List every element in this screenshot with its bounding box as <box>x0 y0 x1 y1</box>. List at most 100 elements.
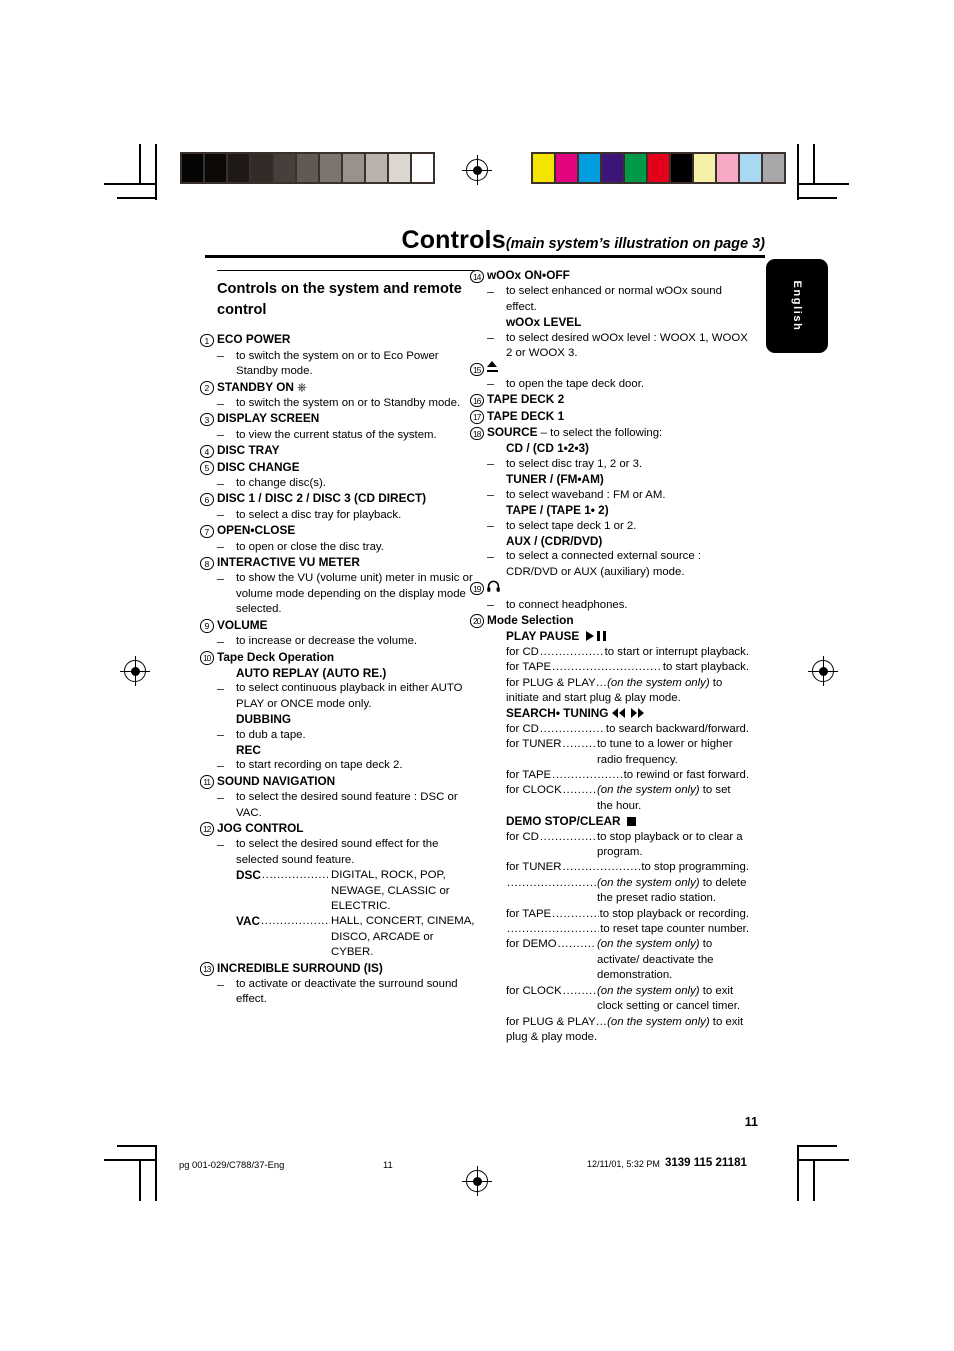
control-description: to select a connected external source : … <box>487 549 749 580</box>
mode-row: for TAPE ...............................… <box>487 768 749 783</box>
language-tab-label: English <box>791 280 803 332</box>
section-heading: Controls on the system and remote contro… <box>217 281 462 319</box>
play-icon <box>585 630 594 641</box>
item-number: 13 <box>200 962 214 976</box>
item-number: 2 <box>200 381 214 395</box>
headphones-icon <box>487 580 500 597</box>
control-label: INCREDIBLE SURROUND (IS) <box>217 960 383 975</box>
control-description: to show the VU (volume unit) meter in mu… <box>217 571 479 617</box>
control-label: Mode Selection <box>487 612 574 627</box>
sub-control-label-cd: CD / (CD 1•2•3) <box>506 441 589 456</box>
control-label: SOUND NAVIGATION <box>217 773 336 788</box>
dot-leader: ................................... <box>261 915 330 928</box>
control-entry-eject: 15 <box>470 361 749 377</box>
bullet-dash-icon <box>217 356 224 358</box>
control-description: to select enhanced or normal wOOx sound … <box>487 284 749 315</box>
bullet-dash-icon <box>487 495 494 497</box>
control-entry-tape-deck-1: 17 TAPE DECK 1 <box>470 408 749 425</box>
power-standby-icon: ⎈ <box>297 379 308 394</box>
sub-control-label-dubbing: DUBBING <box>236 712 292 727</box>
page-title-main: Controls <box>401 226 506 254</box>
bullet-dash-icon <box>487 526 494 527</box>
dot-leader: ........................................… <box>552 907 598 920</box>
item-number: 6 <box>200 492 214 507</box>
control-entry-tape-deck-2: 16 TAPE DECK 2 <box>470 392 749 408</box>
sub-control-label-rec: REC <box>236 742 261 757</box>
bullet-dash-icon <box>487 464 494 466</box>
title-divider <box>205 255 765 258</box>
control-description: to open the tape deck door. <box>487 377 749 392</box>
control-entry-volume: 9 VOLUME <box>200 618 479 634</box>
sub-control-label-tape: TAPE / (TAPE 1• 2) <box>506 503 609 518</box>
mode-row: ........................................… <box>487 922 749 937</box>
manual-page: Controls(main system’s illustration on p… <box>0 0 954 1351</box>
sub-control-label-aux: AUX / (CDR/DVD) <box>506 533 603 548</box>
control-label: OPEN•CLOSE <box>217 523 296 538</box>
bullet-dash-icon <box>217 403 224 405</box>
preset-key: VAC <box>236 914 261 929</box>
dot-leader: ........................................… <box>539 645 604 658</box>
bullet-dash-icon <box>487 556 494 558</box>
item-number: 5 <box>200 461 214 475</box>
bullet-dash-icon <box>487 338 494 340</box>
sub-control-label-woox-level: wOOx LEVEL <box>506 315 582 330</box>
page-title: Controls(main system’s illustration on p… <box>205 226 765 255</box>
dot-leader: ........................................… <box>539 722 605 735</box>
control-description: to connect headphones. <box>487 598 749 613</box>
control-entry-disc-change: 5 DISC CHANGE <box>200 460 479 476</box>
control-label: DISPLAY SCREEN <box>217 411 320 426</box>
bullet-dash-icon <box>487 605 494 607</box>
page-number: 11 <box>744 1115 758 1129</box>
rewind-icon <box>611 707 625 718</box>
control-entry-mode-selection: 20 Mode Selection <box>470 612 749 629</box>
item-number: 14 <box>470 269 484 283</box>
control-description: to increase or decrease the volume. <box>217 634 479 649</box>
control-description: to dub a tape. <box>217 728 479 743</box>
mode-row: for CLOCK ..............................… <box>487 783 749 814</box>
control-label: JOG CONTROL <box>217 820 304 835</box>
item-number: 20 <box>470 614 484 628</box>
control-description: to change disc(s). <box>217 476 479 491</box>
stop-icon <box>627 816 637 826</box>
footer-file-reference: pg 001-029/C788/37-Eng <box>179 1159 285 1170</box>
item-number: 1 <box>200 333 214 348</box>
dot-leader: ................................... <box>261 869 330 882</box>
dot-leader: ........................................… <box>562 861 641 874</box>
control-entry-jog-control: 12 JOG CONTROL <box>200 820 479 837</box>
item-number: 4 <box>200 444 214 459</box>
dot-leader: ........................................… <box>562 738 597 751</box>
control-description: to select desired wOOx level : WOOX 1, W… <box>487 331 749 362</box>
control-entry-tape-deck-operation: 10 Tape Deck Operation <box>200 650 479 666</box>
item-number: 11 <box>200 775 214 789</box>
control-entry-disc-tray: 4 DISC TRAY <box>200 443 479 459</box>
dot-leader: ........................................… <box>552 769 623 781</box>
mode-row: for PLUG & PLAY…(on the system only) to … <box>506 1015 744 1043</box>
control-description: to start recording on tape deck 2. <box>217 758 479 773</box>
dot-leader: ........................................… <box>507 876 596 889</box>
bullet-dash-icon <box>217 547 224 549</box>
bullet-dash-icon <box>217 578 224 580</box>
mode-row: ........................................… <box>487 876 749 907</box>
right-column: 14 wOOx ON•OFF to select enhanced or nor… <box>470 268 749 1045</box>
page-title-subtitle: (main system’s illustration on page 3) <box>505 236 765 252</box>
mode-row: for PLUG & PLAY…(on the system only) to … <box>506 676 723 704</box>
control-label: wOOx ON•OFF <box>487 268 570 282</box>
mode-row: for CD .................................… <box>487 722 749 737</box>
control-entry-open-close: 7 OPEN•CLOSE <box>200 523 479 539</box>
item-number: 3 <box>200 412 214 427</box>
control-entry-incredible-surround: 13 INCREDIBLE SURROUND (IS) <box>200 960 479 977</box>
bullet-dash-icon <box>217 765 224 767</box>
control-label: DISC TRAY <box>217 443 280 458</box>
control-entry-eco-power: 1 ECO POWER <box>200 332 479 348</box>
mode-row: for TAPE ...............................… <box>487 907 749 922</box>
item-number: 7 <box>200 524 214 539</box>
section-heading-rule <box>217 270 475 272</box>
dot-leader: ........................................… <box>562 784 596 797</box>
control-entry-source: 18 SOURCE – to select the following: <box>470 425 749 441</box>
control-label: TAPE DECK 1 <box>487 408 565 423</box>
control-label: SOURCE – to select the following: <box>487 425 663 440</box>
sub-control-label-tuner: TUNER / (FM•AM) <box>506 472 604 487</box>
control-description: to select the desired sound feature : DS… <box>217 790 479 821</box>
bullet-dash-icon <box>217 844 224 846</box>
footer-timestamp: 12/11/01, 5:32 PM <box>587 1159 660 1169</box>
